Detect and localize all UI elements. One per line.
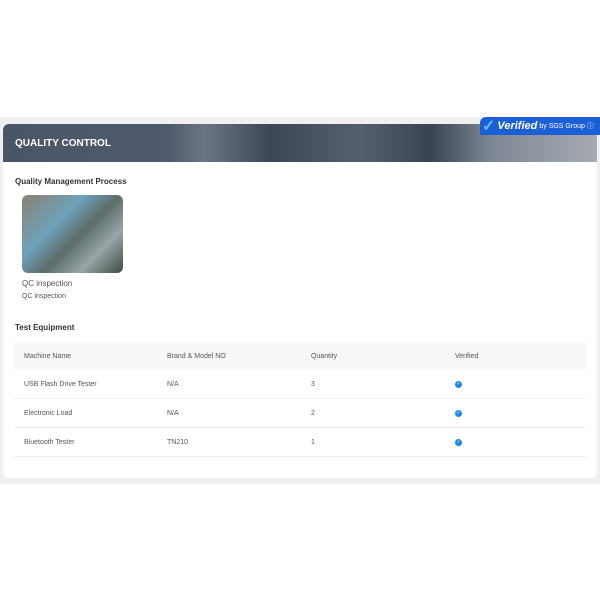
machine-name: USB Flash Drive Tester (14, 370, 157, 399)
machine-name: Bluetooth Tester (14, 427, 157, 457)
info-icon[interactable]: ⓘ (587, 121, 594, 131)
brand-model: TN210 (157, 427, 301, 457)
verified-check-icon: ✓ (455, 439, 462, 446)
brand-model: N/A (157, 370, 301, 399)
photo-title: QC inspection (22, 279, 73, 288)
quantity: 2 (301, 398, 445, 428)
table-row: Bluetooth Tester TN210 1 ✓ (14, 427, 586, 457)
section-title: QUALITY CONTROL (15, 138, 111, 149)
col-machine: Machine Name (14, 342, 157, 370)
equipment-table: Machine Name Brand & Model NO Quantity V… (14, 342, 586, 457)
col-verified: Verified (445, 342, 586, 370)
check-icon: ✓ (482, 118, 496, 135)
verified-check-icon: ✓ (455, 410, 462, 417)
photo-subtitle: QC inspection (22, 293, 66, 300)
quality-control-card: QUALITY CONTROL Quality Management Proce… (3, 124, 597, 478)
quantity: 3 (301, 370, 445, 399)
qc-inspection-photo[interactable] (22, 195, 123, 273)
table-header: Machine Name Brand & Model NO Quantity V… (14, 342, 586, 370)
verifier-label: by SGS Group (539, 122, 585, 130)
col-quantity: Quantity (301, 342, 445, 370)
quantity: 1 (301, 427, 445, 457)
sgs-verified-badge[interactable]: ✓ Verified by SGS Group ⓘ (480, 117, 600, 135)
machine-name: Electronic Load (14, 398, 157, 428)
brand-model: N/A (157, 398, 301, 428)
verified-check-icon: ✓ (455, 381, 462, 388)
equipment-heading: Test Equipment (15, 323, 75, 332)
col-brand: Brand & Model NO (157, 342, 301, 370)
process-heading: Quality Management Process (15, 177, 127, 186)
table-row: Electronic Load N/A 2 ✓ (14, 398, 586, 428)
verified-label: Verified (497, 120, 538, 132)
table-row: USB Flash Drive Tester N/A 3 ✓ (14, 370, 586, 399)
